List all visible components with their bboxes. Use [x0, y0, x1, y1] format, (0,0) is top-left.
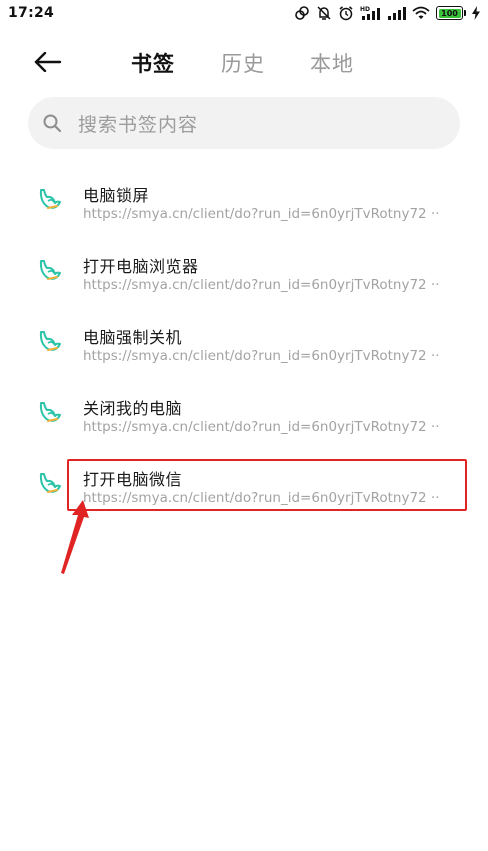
bookmark-title: 关闭我的电脑 [83, 399, 183, 418]
bookmark-url: https://smya.cn/client/do?run_id=6n0yrjT… [83, 206, 440, 222]
bird-logo-icon [36, 468, 64, 496]
bird-logo-icon [36, 397, 64, 425]
tab-history[interactable]: 历史 [221, 48, 265, 78]
hd-signal-icon: HD [360, 5, 382, 21]
bird-logo-icon [36, 255, 64, 283]
svg-text:HD: HD [360, 6, 370, 13]
signal-icon [388, 5, 406, 21]
charging-icon [472, 6, 480, 20]
tab-bookmarks[interactable]: 书签 [131, 48, 175, 78]
bookmark-item-lock-screen[interactable]: 电脑锁屏 https://smya.cn/client/do?run_id=6n… [0, 170, 488, 230]
bookmark-item-force-shutdown[interactable]: 电脑强制关机 https://smya.cn/client/do?run_id=… [0, 312, 488, 372]
bookmark-url: https://smya.cn/client/do?run_id=6n0yrjT… [83, 490, 440, 506]
bird-logo-icon [36, 184, 64, 212]
search-input[interactable]: 搜索书签内容 [28, 97, 460, 149]
bookmark-item-open-browser[interactable]: 打开电脑浏览器 https://smya.cn/client/do?run_id… [0, 241, 488, 301]
tab-local[interactable]: 本地 [310, 48, 354, 78]
bird-logo-icon [36, 326, 64, 354]
mute-icon [316, 5, 332, 21]
battery-text: 100 [441, 8, 458, 18]
header: 书签 历史 本地 [0, 36, 488, 88]
bookmark-url: https://smya.cn/client/do?run_id=6n0yrjT… [83, 419, 440, 435]
search-icon [42, 113, 62, 133]
link-icon [294, 5, 310, 21]
battery-cap [464, 10, 466, 16]
bookmark-item-open-wechat[interactable]: 打开电脑微信 https://smya.cn/client/do?run_id=… [0, 454, 488, 514]
tab-bar: 书签 历史 本地 [0, 36, 488, 88]
alarm-icon [338, 5, 354, 21]
bookmark-title: 电脑强制关机 [83, 328, 183, 347]
bookmark-title: 打开电脑微信 [83, 470, 183, 489]
search-placeholder: 搜索书签内容 [78, 113, 199, 136]
bookmark-url: https://smya.cn/client/do?run_id=6n0yrjT… [83, 348, 440, 364]
bookmark-url: https://smya.cn/client/do?run_id=6n0yrjT… [83, 277, 440, 293]
bookmark-item-shutdown-computer[interactable]: 关闭我的电脑 https://smya.cn/client/do?run_id=… [0, 383, 488, 443]
wifi-icon [412, 5, 430, 21]
bookmark-title: 打开电脑浏览器 [83, 257, 199, 276]
battery-icon: 100 [436, 6, 463, 20]
status-bar: 17:24 HD 100 [0, 0, 488, 26]
status-icons: HD 100 [294, 5, 480, 21]
status-time: 17:24 [8, 5, 55, 21]
bookmark-title: 电脑锁屏 [83, 186, 150, 205]
